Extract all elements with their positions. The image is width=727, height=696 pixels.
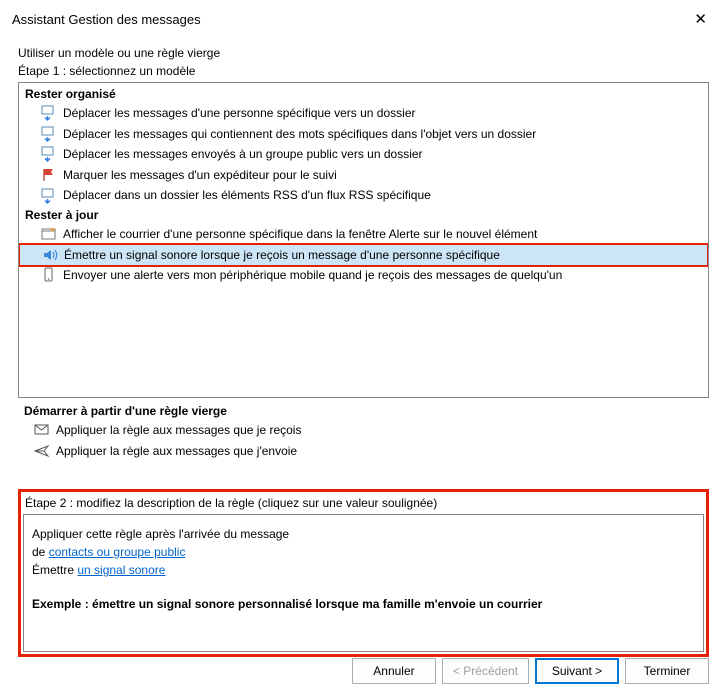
group-header-blank: Démarrer à partir d'une règle vierge xyxy=(18,402,709,420)
mobile-icon xyxy=(41,267,57,283)
envelope-icon xyxy=(34,422,50,438)
rule-move-subject-words[interactable]: Déplacer les messages qui contiennent de… xyxy=(19,124,708,145)
step2-label: Étape 2 : modifiez la description de la … xyxy=(23,494,704,514)
speaker-icon xyxy=(42,247,58,263)
desc-example: Exemple : émettre un signal sonore perso… xyxy=(32,595,695,613)
window-title: Assistant Gestion des messages xyxy=(12,12,201,27)
close-icon[interactable]: ✕ xyxy=(686,8,715,30)
templates-listbox[interactable]: Rester organisé Déplacer les messages d'… xyxy=(18,82,709,398)
link-contacts[interactable]: contacts ou groupe public xyxy=(49,545,186,559)
rule-blank-receive[interactable]: Appliquer la règle aux messages que je r… xyxy=(18,420,709,441)
desc-line-2: de contacts ou groupe public xyxy=(32,543,695,561)
move-to-folder-icon xyxy=(41,126,57,142)
rule-move-rss[interactable]: Déplacer dans un dossier les éléments RS… xyxy=(19,185,708,206)
send-icon xyxy=(34,443,50,459)
rule-play-sound[interactable]: Émettre un signal sonore lorsque je reço… xyxy=(19,244,708,267)
link-sound[interactable]: un signal sonore xyxy=(77,563,165,577)
rule-label: Émettre un signal sonore lorsque je reço… xyxy=(64,246,500,265)
rule-description-box: Appliquer cette règle après l'arrivée du… xyxy=(23,514,704,652)
step2-highlight: Étape 2 : modifiez la description de la … xyxy=(18,489,709,657)
move-to-folder-icon xyxy=(41,105,57,121)
rule-label: Envoyer une alerte vers mon périphérique… xyxy=(63,266,562,285)
button-row: Annuler < Précédent Suivant > Terminer xyxy=(352,658,709,684)
cancel-button[interactable]: Annuler xyxy=(352,658,436,684)
group-header-uptodate: Rester à jour xyxy=(19,206,708,224)
rule-label: Déplacer les messages envoyés à un group… xyxy=(63,145,423,164)
titlebar: Assistant Gestion des messages ✕ xyxy=(0,0,727,38)
rule-label: Déplacer les messages qui contiennent de… xyxy=(63,125,536,144)
finish-button[interactable]: Terminer xyxy=(625,658,709,684)
rule-label: Appliquer la règle aux messages que j'en… xyxy=(56,442,297,461)
rule-move-from-person[interactable]: Déplacer les messages d'une personne spé… xyxy=(19,103,708,124)
rule-label: Appliquer la règle aux messages que je r… xyxy=(56,421,301,440)
next-button[interactable]: Suivant > xyxy=(535,658,619,684)
alert-window-icon xyxy=(41,226,57,242)
intro-text-1: Utiliser un modèle ou une règle vierge xyxy=(18,46,709,60)
rule-label: Déplacer les messages d'une personne spé… xyxy=(63,104,416,123)
rule-label: Déplacer dans un dossier les éléments RS… xyxy=(63,186,431,205)
intro-text-2: Étape 1 : sélectionnez un modèle xyxy=(18,64,709,78)
group-header-organized: Rester organisé xyxy=(19,85,708,103)
rule-label: Marquer les messages d'un expéditeur pou… xyxy=(63,166,337,185)
desc-line-1: Appliquer cette règle après l'arrivée du… xyxy=(32,525,695,543)
rule-move-group[interactable]: Déplacer les messages envoyés à un group… xyxy=(19,144,708,165)
rule-blank-send[interactable]: Appliquer la règle aux messages que j'en… xyxy=(18,441,709,462)
rule-flag-sender[interactable]: Marquer les messages d'un expéditeur pou… xyxy=(19,165,708,186)
rule-mobile-alert[interactable]: Envoyer une alerte vers mon périphérique… xyxy=(19,265,708,286)
move-to-folder-icon xyxy=(41,188,57,204)
rule-label: Afficher le courrier d'une personne spéc… xyxy=(63,225,537,244)
desc-line-3: Émettre un signal sonore xyxy=(32,561,695,579)
rule-display-alert[interactable]: Afficher le courrier d'une personne spéc… xyxy=(19,224,708,245)
flag-icon xyxy=(41,167,57,183)
previous-button: < Précédent xyxy=(442,658,529,684)
move-to-folder-icon xyxy=(41,146,57,162)
